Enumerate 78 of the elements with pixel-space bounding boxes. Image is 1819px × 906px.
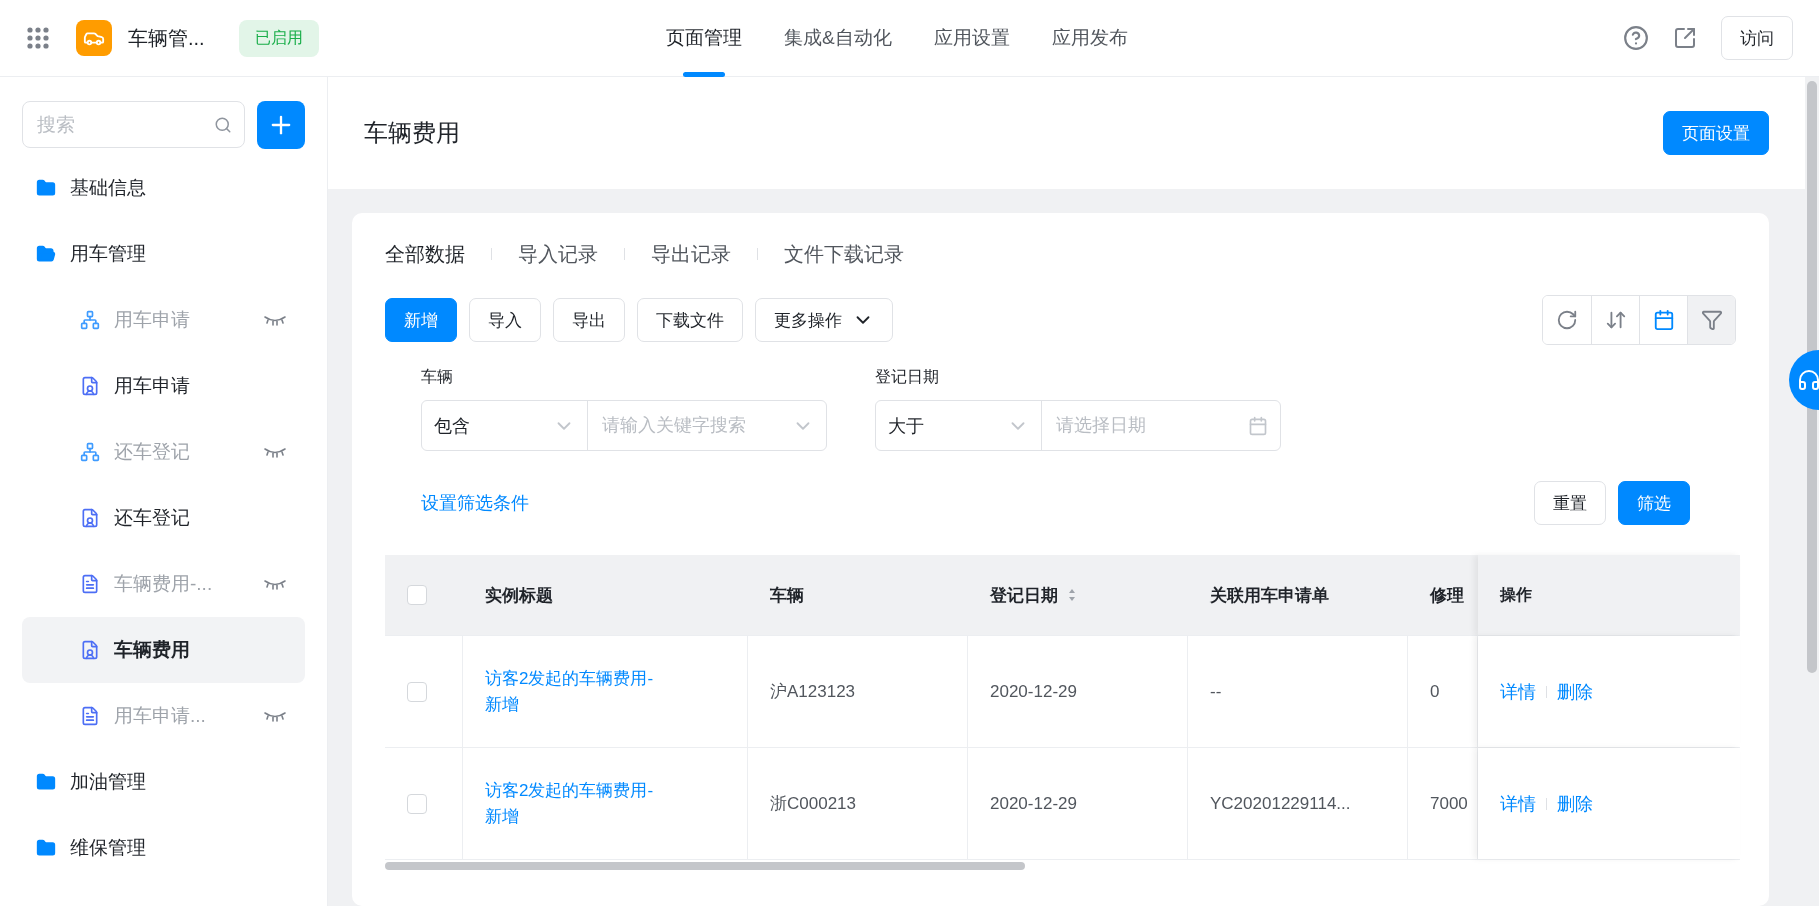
toolbar-button[interactable]: 导入: [469, 298, 541, 342]
scrollbar[interactable]: [385, 862, 1025, 870]
column-header: 修理: [1430, 584, 1464, 607]
filter-label: 登记日期: [875, 367, 940, 387]
column-header: 操作: [1500, 584, 1532, 605]
document-icon: [80, 574, 100, 594]
sidebar-item[interactable]: 用车管理: [22, 221, 305, 287]
table-cell: YC20201229114...: [1210, 793, 1351, 814]
search-box[interactable]: 搜索: [22, 101, 245, 148]
closed-eye-icon[interactable]: [263, 314, 287, 326]
nav-tab[interactable]: 集成&自动化: [784, 0, 892, 77]
toolbar-button[interactable]: 导出: [553, 298, 625, 342]
table-cell: 7000: [1430, 793, 1468, 814]
sidebar-item[interactable]: 用车申请: [22, 353, 305, 419]
date-picker[interactable]: 请选择日期: [1042, 401, 1280, 450]
record-link[interactable]: 访客2发起的车辆费用-新增: [485, 666, 663, 717]
table-cell: 2020-12-29: [990, 793, 1077, 814]
refresh-icon: [1556, 309, 1578, 331]
operator-select[interactable]: 大于: [876, 401, 1042, 450]
column-header: 车辆: [770, 584, 804, 607]
delete-link[interactable]: 删除: [1557, 679, 1593, 704]
filter-settings-link[interactable]: 设置筛选条件: [421, 491, 1534, 515]
filter-button[interactable]: [1687, 296, 1735, 344]
nav-tab[interactable]: 应用发布: [1051, 0, 1128, 77]
table-cell-text: 沪A123123: [770, 681, 856, 703]
form-icon: [80, 376, 100, 396]
add-button[interactable]: [257, 101, 305, 149]
nav-tab[interactable]: 应用设置: [933, 0, 1010, 77]
reset-button[interactable]: 重置: [1534, 481, 1606, 525]
form-icon: [80, 640, 100, 660]
column-header: 关联用车申请单: [1210, 584, 1329, 607]
app-name: 车辆管...: [128, 25, 205, 51]
data-tab[interactable]: 导入记录: [518, 240, 598, 268]
table-cell: --: [1210, 681, 1222, 702]
help-icon[interactable]: [1623, 25, 1649, 51]
closed-eye-icon[interactable]: [263, 446, 287, 458]
document-icon: [80, 706, 100, 726]
page-title: 车辆费用: [364, 118, 461, 148]
sort-arrows-icon: [1604, 309, 1627, 331]
sidebar-item[interactable]: 车辆费用: [22, 617, 305, 683]
table-cell: 0: [1430, 681, 1440, 702]
scrollbar[interactable]: [1807, 81, 1817, 673]
column-header: 登记日期: [990, 584, 1058, 607]
select-all-checkbox[interactable]: [407, 585, 427, 605]
closed-eye-icon[interactable]: [263, 578, 287, 590]
flowchart-icon: [80, 442, 100, 462]
headset-icon: [1797, 368, 1819, 392]
table-cell: 2020-12-29: [990, 681, 1077, 702]
sidebar-item[interactable]: 还车登记: [22, 485, 305, 551]
external-link-icon[interactable]: [1673, 26, 1697, 50]
column-header: 实例标题: [485, 584, 553, 607]
row-checkbox[interactable]: [407, 793, 427, 814]
filter-icon: [1700, 309, 1723, 331]
closed-eye-icon[interactable]: [263, 710, 287, 722]
row-checkbox[interactable]: [407, 681, 427, 702]
status-badge: 已启用: [238, 19, 319, 57]
sidebar-item[interactable]: 基础信息: [22, 155, 305, 221]
toolbar-button[interactable]: 更多操作: [755, 298, 893, 342]
flowchart-icon: [80, 310, 100, 330]
sort-icon[interactable]: [1068, 588, 1076, 602]
data-tab[interactable]: 文件下载记录: [784, 240, 904, 268]
sidebar-item[interactable]: 维保管理: [22, 815, 305, 881]
data-tab[interactable]: 导出记录: [651, 240, 731, 268]
sidebar-item[interactable]: 加油管理: [22, 749, 305, 815]
toolbar-button[interactable]: 下载文件: [637, 298, 743, 342]
data-tab[interactable]: 全部数据: [385, 240, 465, 268]
delete-link[interactable]: 删除: [1557, 791, 1593, 816]
table-cell-text: 浙C000213: [770, 793, 856, 815]
nav-tab[interactable]: 页面管理: [666, 0, 742, 77]
app-grid-icon[interactable]: [26, 26, 50, 50]
details-link[interactable]: 详情: [1500, 791, 1536, 816]
form-icon: [80, 508, 100, 528]
filter-label: 车辆: [421, 367, 454, 387]
record-link[interactable]: 访客2发起的车辆费用-新增: [485, 778, 663, 829]
visit-button[interactable]: 访问: [1721, 16, 1793, 60]
search-icon[interactable]: [214, 115, 232, 134]
app-logo: [76, 20, 112, 56]
details-link[interactable]: 详情: [1500, 679, 1536, 704]
